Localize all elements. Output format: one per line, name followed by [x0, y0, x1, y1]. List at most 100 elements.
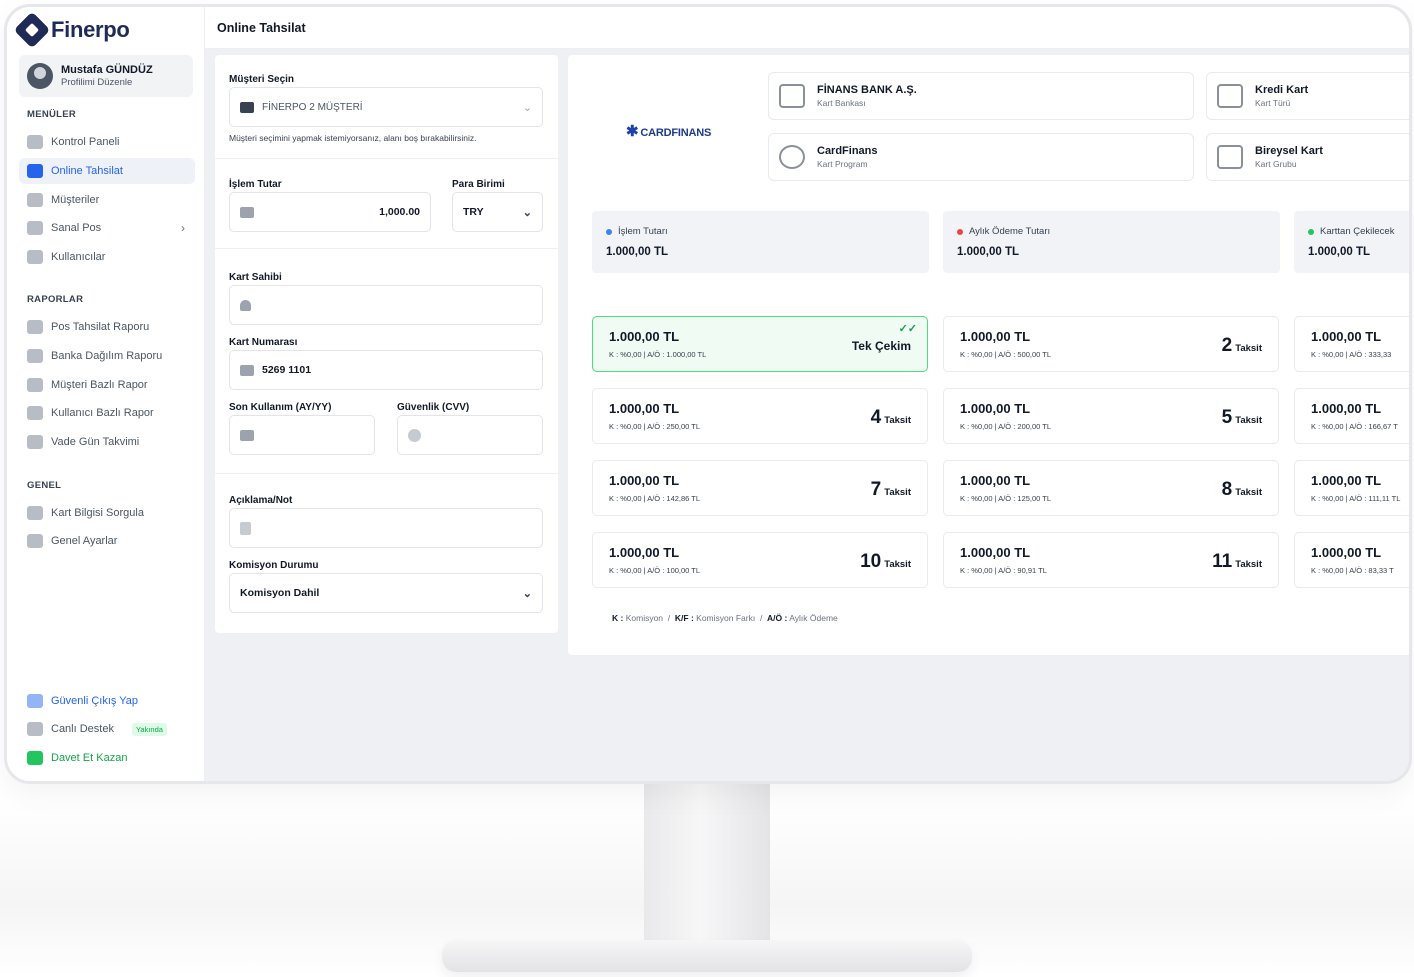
card-bank-title: FİNANS BANK A.Ş. [817, 84, 917, 96]
installment-option-3[interactable]: 1.000,00 TL K : %0,00 | A/Ö : 333,33 [1294, 316, 1409, 372]
summary-label: Karttan Çekilecek [1320, 226, 1395, 237]
logout-button[interactable]: Güvenli Çıkış Yap [19, 688, 195, 714]
payment-form: Müşteri Seçin FİNERPO 2 MÜŞTERİ ⌄ Müşter… [215, 55, 558, 633]
currency-value: TRY [463, 206, 484, 218]
profile-card[interactable]: Mustafa GÜNDÜZ Profilimi Düzenle [19, 55, 193, 97]
installment-unit: Taksit [884, 487, 911, 498]
installment-option-2[interactable]: 1.000,00 TL K : %0,00 | A/Ö : 500,00 TL … [943, 316, 1279, 372]
customer-select-value: FİNERPO 2 MÜŞTERİ [262, 101, 363, 113]
installment-count: 8 Taksit [1222, 479, 1262, 501]
note-input[interactable] [229, 508, 543, 548]
installment-detail: K : %0,00 | A/Ö : 83,33 T [1311, 566, 1394, 575]
credit-card-icon [240, 364, 254, 376]
installment-unit: Taksit [884, 559, 911, 570]
card-program-title: CardFinans [817, 145, 878, 157]
installment-count: 4 Taksit [871, 407, 911, 429]
installment-option-1[interactable]: 1.000,00 TL K : %0,00 | A/Ö : 1.000,00 T… [592, 316, 928, 372]
logo[interactable]: Finerpo [13, 11, 130, 49]
installment-unit: Taksit [1235, 343, 1262, 354]
monitor: Finerpo Mustafa GÜNDÜZ Profilimi Düzenle… [4, 4, 1412, 784]
sidebar-item-label: Kullanıcılar [51, 251, 106, 263]
legend-text: Komisyon [625, 613, 664, 623]
commission-label: Komisyon Durumu [229, 560, 319, 571]
card-number-input[interactable]: 5269 1101 [229, 350, 543, 390]
sidebar-item-musteriler[interactable]: Müşteriler [19, 187, 195, 213]
sidebar-item-vade-gun-takvimi[interactable]: Vade Gün Takvimi [19, 429, 195, 455]
installment-detail: K : %0,00 | A/Ö : 333,33 [1311, 350, 1392, 359]
sidebar-item-pos-tahsilat-raporu[interactable]: Pos Tahsilat Raporu [19, 314, 195, 340]
installment-option-8[interactable]: 1.000,00 TL K : %0,00 | A/Ö : 125,00 TL … [943, 460, 1279, 516]
note-label: Açıklama/Not [229, 495, 293, 506]
page: Finerpo Mustafa GÜNDÜZ Profilimi Düzenle… [0, 0, 1414, 977]
shield-icon [27, 694, 43, 708]
pie-icon [27, 406, 43, 420]
sidebar-item-musteri-bazli-rapor[interactable]: Müşteri Bazlı Rapor [19, 372, 195, 398]
customer-select[interactable]: FİNERPO 2 MÜŞTERİ ⌄ [229, 87, 543, 127]
summary-value: 1.000,00 TL [957, 246, 1020, 258]
chevron-right-icon: › [181, 221, 185, 235]
card-type-title: Kredi Kart [1255, 84, 1309, 96]
card-number-label: Kart Numarası [229, 337, 298, 348]
live-support-button[interactable]: Canlı Destek Yakında [19, 716, 195, 742]
currency-label: Para Birimi [452, 179, 505, 190]
sidebar-item-kontrol-paneli[interactable]: Kontrol Paneli [19, 129, 195, 155]
cardfinans-star-icon: ✱ [626, 123, 639, 140]
cardfinans-logo: ✱ CARDFINANS [626, 122, 711, 140]
invite-earn-button[interactable]: Davet Et Kazan [19, 745, 195, 771]
expiry-input[interactable] [229, 415, 375, 455]
currency-select[interactable]: TRY ⌄ [452, 192, 543, 232]
sidebar-item-kullanicilar[interactable]: Kullanıcılar [19, 244, 195, 270]
installment-option-12[interactable]: 1.000,00 TL K : %0,00 | A/Ö : 83,33 T [1294, 532, 1409, 588]
user-icon [240, 299, 251, 311]
note-icon [240, 521, 251, 535]
sidebar-item-label: Müşteriler [51, 194, 100, 206]
chevron-down-icon: ⌄ [522, 587, 532, 600]
commission-select[interactable]: Komisyon Dahil ⌄ [229, 573, 543, 613]
sidebar-item-label: Davet Et Kazan [51, 752, 128, 764]
cvv-input[interactable] [397, 415, 543, 455]
amount-value: 1,000.00 [379, 206, 420, 218]
sidebar-item-kullanici-bazli-rapor[interactable]: Kullanıcı Bazlı Rapor [19, 400, 195, 426]
profile-edit-link[interactable]: Profilimi Düzenle [61, 77, 153, 88]
installment-option-5[interactable]: 1.000,00 TL K : %0,00 | A/Ö : 200,00 TL … [943, 388, 1279, 444]
legend-separator: / [667, 613, 671, 623]
card-holder-input[interactable] [229, 285, 543, 325]
award-icon [779, 145, 805, 169]
avatar [27, 63, 53, 89]
summary-value: 1.000,00 TL [1308, 246, 1371, 258]
calendar-icon [27, 435, 43, 449]
installment-option-4[interactable]: 1.000,00 TL K : %0,00 | A/Ö : 250,00 TL … [592, 388, 928, 444]
installment-count-number: 5 [1221, 407, 1233, 428]
amount-input[interactable]: 1,000.00 [229, 192, 431, 232]
credit-card-icon [1217, 84, 1243, 108]
finerpo-logo-icon [13, 11, 51, 49]
installment-option-11[interactable]: 1.000,00 TL K : %0,00 | A/Ö : 90,91 TL 1… [943, 532, 1279, 588]
legend-key: A/Ö : [767, 613, 788, 623]
sidebar-item-sanal-pos[interactable]: Sanal Pos › [19, 215, 195, 241]
customer-label: Müşteri Seçin [229, 74, 295, 85]
installment-count: 5 Taksit [1222, 407, 1262, 429]
sidebar-item-genel-ayarlar[interactable]: Genel Ayarlar [19, 528, 195, 554]
installment-option-6[interactable]: 1.000,00 TL K : %0,00 | A/Ö : 166,67 T [1294, 388, 1409, 444]
installment-panel: ✱ CARDFINANS FİNANS BANK A.Ş. Kart Bankası… [568, 55, 1409, 655]
sidebar-item-kart-bilgisi-sorgula[interactable]: Kart Bilgisi Sorgula [19, 500, 195, 526]
sidebar-item-banka-dagilim-raporu[interactable]: Banka Dağılım Raporu [19, 343, 195, 369]
reports-header: RAPORLAR [27, 294, 84, 305]
coming-soon-badge: Yakında [131, 722, 167, 736]
installment-unit: Taksit [1235, 487, 1262, 498]
installment-count: 11 Taksit [1212, 551, 1262, 573]
installment-count: 7 Taksit [871, 479, 911, 501]
installment-count-number: 7 [870, 479, 882, 500]
installment-amount: 1.000,00 TL [1311, 545, 1382, 560]
installment-count-number: 2 [1221, 335, 1233, 356]
gift-icon [27, 751, 43, 765]
sidebar-item-online-tahsilat[interactable]: Online Tahsilat [19, 158, 195, 184]
sidebar-item-label: Canlı Destek [51, 723, 114, 735]
legend-text: Aylık Ödeme [789, 613, 838, 623]
legend-separator: / [759, 613, 763, 623]
installment-option-10[interactable]: 1.000,00 TL K : %0,00 | A/Ö : 100,00 TL … [592, 532, 928, 588]
installment-option-9[interactable]: 1.000,00 TL K : %0,00 | A/Ö : 111,11 TL [1294, 460, 1409, 516]
card-type-info: Kredi Kart Kart Türü [1206, 72, 1409, 120]
installment-option-7[interactable]: 1.000,00 TL K : %0,00 | A/Ö : 142,86 TL … [592, 460, 928, 516]
divider [215, 473, 558, 474]
